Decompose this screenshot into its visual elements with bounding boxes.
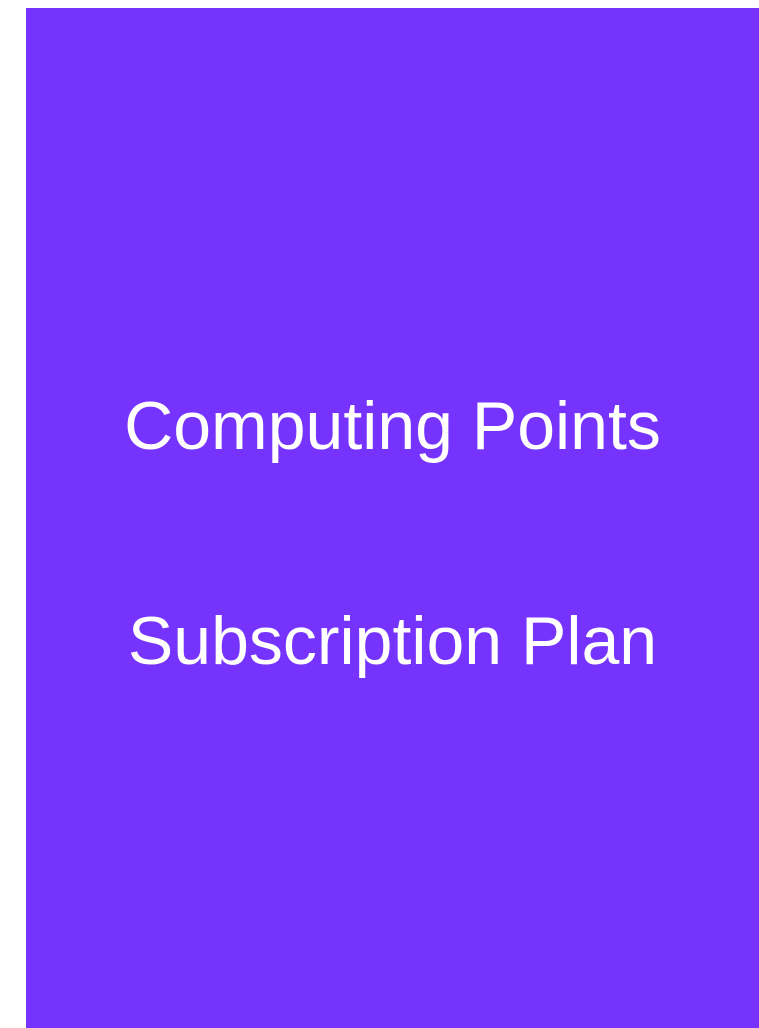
card-title-line-2: Subscription Plan [127,603,658,679]
card-title-line-1: Computing Points [124,388,661,464]
subscription-plan-card[interactable]: Computing Points Subscription Plan [26,8,759,1028]
